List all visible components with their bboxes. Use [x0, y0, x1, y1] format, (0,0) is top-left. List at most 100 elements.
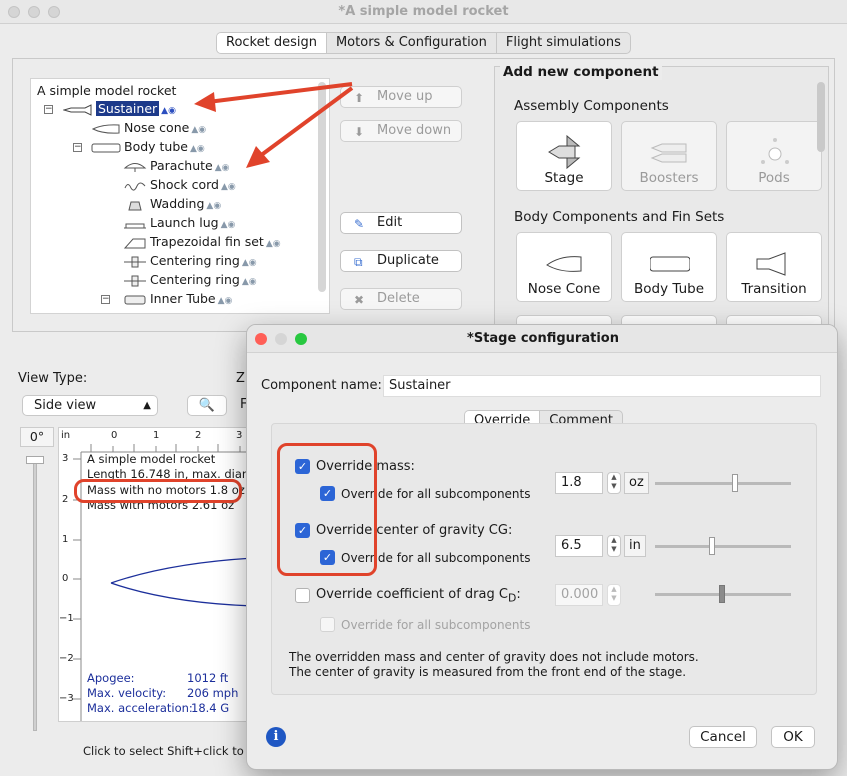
button-label: Stage [544, 170, 584, 186]
cg-unit[interactable]: in [624, 535, 646, 557]
tree-item-shock-cord[interactable]: Shock cord ▲◉ [123, 176, 236, 194]
tree-item-label: Shock cord [150, 177, 219, 192]
status-icon: ▲◉ [206, 201, 222, 211]
cg-input[interactable]: 6.5 [555, 535, 603, 557]
tab-rocket-design[interactable]: Rocket design [217, 33, 327, 53]
tree-item-sustainer[interactable]: Sustainer ▲◉ [63, 100, 176, 118]
body-components-heading: Body Components and Fin Sets [514, 209, 725, 225]
add-panel-scrollbar[interactable] [817, 82, 825, 152]
zoom-out-icon: 🔍 [198, 398, 216, 413]
tree-item-wadding[interactable]: Wadding ▲◉ [123, 195, 221, 213]
main-tabbar: Rocket design Motors & Configuration Fli… [216, 32, 631, 54]
info-icon[interactable]: i [266, 727, 286, 747]
mass-input[interactable]: 1.8 [555, 472, 603, 494]
tree-item-centering-ring[interactable]: Centering ring ▲◉ [123, 271, 257, 289]
annotation-highlight-mass [74, 479, 242, 503]
tree-item-label: Trapezoidal fin set [150, 234, 264, 249]
y-tick-label: 2 [62, 494, 69, 505]
override-cd-checkbox[interactable] [295, 588, 310, 603]
ok-button[interactable]: OK [771, 726, 815, 748]
cd-input[interactable]: 0.000 [555, 584, 603, 606]
rotation-angle[interactable]: 0° [20, 427, 54, 447]
bodytube-icon [91, 143, 121, 152]
button-label: Duplicate [377, 253, 439, 268]
add-component-panel: Assembly Components Stage Boosters Pods … [494, 66, 829, 332]
tab-motors-configuration[interactable]: Motors & Configuration [327, 33, 497, 53]
apogee-label: Apogee: [87, 671, 135, 685]
ruler-unit: in [61, 430, 71, 441]
status-icon: ▲◉ [241, 277, 257, 287]
tree-item-label: Centering ring [150, 272, 240, 287]
boosters-button[interactable]: Boosters [621, 121, 717, 191]
collapse-toggle[interactable]: − [44, 105, 53, 114]
status-icon: ▲◉ [217, 296, 233, 306]
mass-slider-thumb[interactable] [732, 474, 738, 492]
chevron-updown-icon: ▲ [143, 400, 151, 411]
acceleration-value: 18.4 G [191, 701, 230, 715]
status-icon: ▲◉ [220, 220, 236, 230]
delete-button[interactable]: ✖ Delete [340, 288, 462, 310]
cd-slider-thumb[interactable] [719, 585, 725, 603]
y-tick-label: −2 [59, 653, 74, 664]
rocket-figure[interactable]: in 0 1 2 3 3 2 1 0 −1 −2 −3 A simple mod… [58, 427, 253, 722]
collapse-toggle[interactable]: − [73, 143, 82, 152]
pods-button[interactable]: Pods [726, 121, 822, 191]
override-cd-all-checkbox[interactable] [320, 617, 335, 632]
mass-override-icon: ▲◉ [161, 106, 176, 116]
nose-cone-button[interactable]: Nose Cone [516, 232, 612, 302]
duplicate-button[interactable]: ⧉ Duplicate [340, 250, 462, 272]
note-cg: The center of gravity is measured from t… [289, 665, 687, 679]
mass-unit[interactable]: oz [624, 472, 649, 494]
override-cd-label: Override coefficient of drag CD: [316, 587, 521, 605]
pods-icon [761, 138, 789, 164]
tree-item-centering-ring[interactable]: Centering ring ▲◉ [123, 252, 257, 270]
nosecone-icon [91, 123, 120, 134]
assembly-heading: Assembly Components [514, 98, 669, 114]
cg-slider-thumb[interactable] [709, 537, 715, 555]
velocity-value: 206 mph [187, 686, 239, 700]
edit-button[interactable]: ✎ Edit [340, 212, 462, 234]
annotation-highlight-overrides [277, 443, 377, 576]
wadding-icon [128, 201, 142, 210]
bodytube-icon [650, 256, 690, 272]
mass-slider[interactable] [655, 482, 791, 485]
tab-flight-simulations[interactable]: Flight simulations [497, 33, 630, 53]
cd-stepper[interactable]: ▲ ▼ [607, 584, 621, 606]
x-tick-label: 0 [111, 430, 118, 441]
tree-item-inner-tube[interactable]: Inner Tube ▲◉ [123, 290, 232, 308]
button-label: Body Tube [634, 281, 704, 297]
edit-icon: ✎ [354, 217, 365, 231]
body-tube-button[interactable]: Body Tube [621, 232, 717, 302]
tree-item-fin-set[interactable]: Trapezoidal fin set ▲◉ [123, 233, 281, 251]
parachute-icon [123, 162, 147, 172]
cancel-button[interactable]: Cancel [689, 726, 757, 748]
mass-stepper[interactable]: ▲ ▼ [607, 472, 621, 494]
zoom-out-button[interactable]: 🔍 [187, 395, 227, 416]
button-label: Pods [758, 170, 790, 186]
transition-button[interactable]: Transition [726, 232, 822, 302]
shockcord-icon [124, 182, 146, 191]
window-title: *A simple model rocket [338, 4, 509, 19]
zoom-label: Z [236, 371, 245, 386]
nosecone-icon [546, 256, 582, 272]
tree-root[interactable]: A simple model rocket [37, 82, 176, 100]
component-name-input[interactable]: Sustainer [383, 375, 821, 397]
tree-item-launch-lug[interactable]: Launch lug ▲◉ [123, 214, 235, 232]
stage-button[interactable]: Stage [516, 121, 612, 191]
stage-icon [548, 134, 581, 170]
button-label: Delete [377, 291, 420, 306]
view-type-label: View Type: [18, 371, 88, 386]
view-type-select[interactable]: Side view ▲ [22, 395, 158, 416]
rotation-slider-thumb[interactable] [26, 456, 44, 464]
tree-item-label: Centering ring [150, 253, 240, 268]
tree-item-label: Wadding [150, 196, 205, 211]
boosters-icon [650, 143, 687, 163]
centeringring-icon [124, 275, 146, 286]
launchlug-icon [124, 223, 146, 228]
dialog-title: *Stage configuration [467, 331, 619, 346]
cg-slider[interactable] [655, 545, 791, 548]
rotation-slider[interactable] [33, 456, 37, 731]
collapse-toggle[interactable]: − [101, 295, 110, 304]
cg-stepper[interactable]: ▲ ▼ [607, 535, 621, 557]
note-motors: The overridden mass and center of gravit… [289, 650, 699, 664]
